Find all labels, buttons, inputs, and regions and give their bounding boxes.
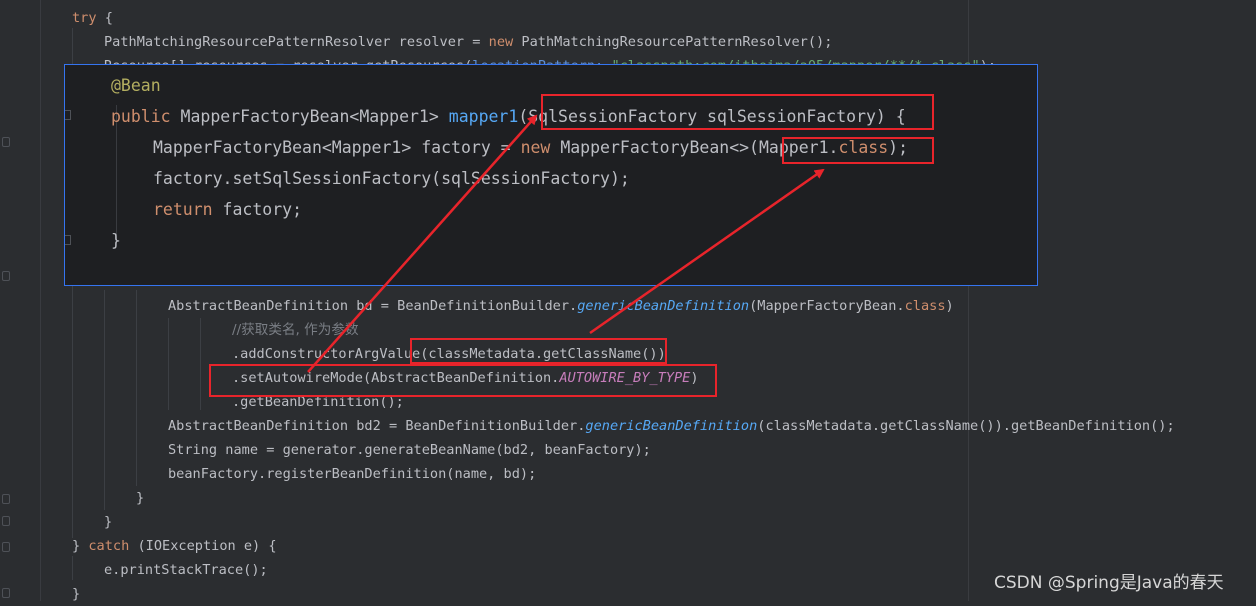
code-line-l-trace[interactable]: e.printStackTrace(); [104,558,268,582]
code-line-l-close3[interactable]: } [72,582,80,606]
fold-marker-icon[interactable] [2,137,10,147]
code-token: } [72,586,81,602]
code-token: } [104,514,113,530]
code-token: mapper1 [448,107,519,126]
fold-marker-icon[interactable] [2,516,10,526]
code-token: factory.setSqlSessionFactory(sqlSessionF… [153,169,630,188]
code-line-l-bd[interactable]: AbstractBeanDefinition bd = BeanDefiniti… [168,294,954,318]
code-token: MapperFactoryBean<Mapper1> factory = [153,138,521,157]
code-line-l-bd2[interactable]: AbstractBeanDefinition bd2 = BeanDefinit… [168,414,1175,438]
indent-guide [200,318,201,410]
code-line-l-try[interactable]: try { [72,6,113,30]
code-token: (MapperFactoryBean. [749,298,905,314]
code-token: return [153,200,223,219]
code-token: PathMatchingResourcePatternResolver(); [521,34,833,50]
code-token: AbstractBeanDefinition bd2 = BeanDefinit… [168,418,586,434]
code-token: genericBeanDefinition [585,418,758,434]
code-line-p-bean[interactable]: @Bean [111,70,161,101]
code-token: PathMatchingResourcePatternResolver reso… [104,34,489,50]
indent-guide [168,318,169,410]
code-token: factory; [222,200,303,219]
code-token: (classMetadata.getClassName()).getBeanDe… [757,418,1175,434]
line-gutter [0,0,41,601]
code-token: new [520,138,561,157]
code-line-l-close1[interactable]: } [136,486,144,510]
fold-marker-icon[interactable] [2,542,10,552]
code-token: (IOException e) { [137,538,277,554]
code-token: } [111,231,121,250]
code-line-l-catch[interactable]: } catch (IOException e) { [72,534,277,558]
code-line-p-return[interactable]: return factory; [153,194,302,225]
fold-marker-icon[interactable] [2,588,10,598]
highlight-box-classname-arg [410,338,667,364]
code-token: public [111,107,181,126]
code-token: genericBeanDefinition [577,298,750,314]
code-token: new [488,34,522,50]
code-line-l-comment[interactable]: //获取类名, 作为参数 [232,318,359,342]
code-token: } [136,490,145,506]
code-line-l-close2[interactable]: } [104,510,112,534]
code-token: //获取类名, 作为参数 [232,322,359,338]
code-token: } [72,538,89,554]
code-token: ) [945,298,954,314]
code-token: beanFactory.registerBeanDefinition(name,… [168,466,537,482]
code-token: try [72,10,105,26]
code-token: String name = generator.generateBeanName… [168,442,651,458]
code-token: { [104,10,113,26]
fold-marker-icon[interactable] [2,494,10,504]
fold-marker-icon[interactable] [2,271,10,281]
code-line-l-register[interactable]: beanFactory.registerBeanDefinition(name,… [168,462,536,486]
watermark: CSDN @Spring是Java的春天 [994,573,1224,593]
code-token: AbstractBeanDefinition bd = BeanDefiniti… [168,298,578,314]
code-token: @Bean [111,76,161,95]
code-line-l-name[interactable]: String name = generator.generateBeanName… [168,438,651,462]
highlight-box-mapper-class [782,137,934,164]
fold-marker-icon[interactable] [65,235,71,245]
code-token: e.printStackTrace(); [104,562,268,578]
code-token: class [904,298,946,314]
indent-guide [72,556,73,580]
fold-marker-icon[interactable] [65,110,71,120]
code-token: catch [88,538,138,554]
code-line-p-close[interactable]: } [111,225,121,256]
code-line-p-set[interactable]: factory.setSqlSessionFactory(sqlSessionF… [153,163,630,194]
highlight-box-method-parameter [541,94,934,130]
indent-guide [136,290,137,486]
indent-guide [104,290,105,510]
code-line-l-resolver[interactable]: PathMatchingResourcePatternResolver reso… [104,30,832,54]
code-token: MapperFactoryBean<Mapper1> [180,107,449,126]
highlight-box-autowire-mode [209,364,717,397]
